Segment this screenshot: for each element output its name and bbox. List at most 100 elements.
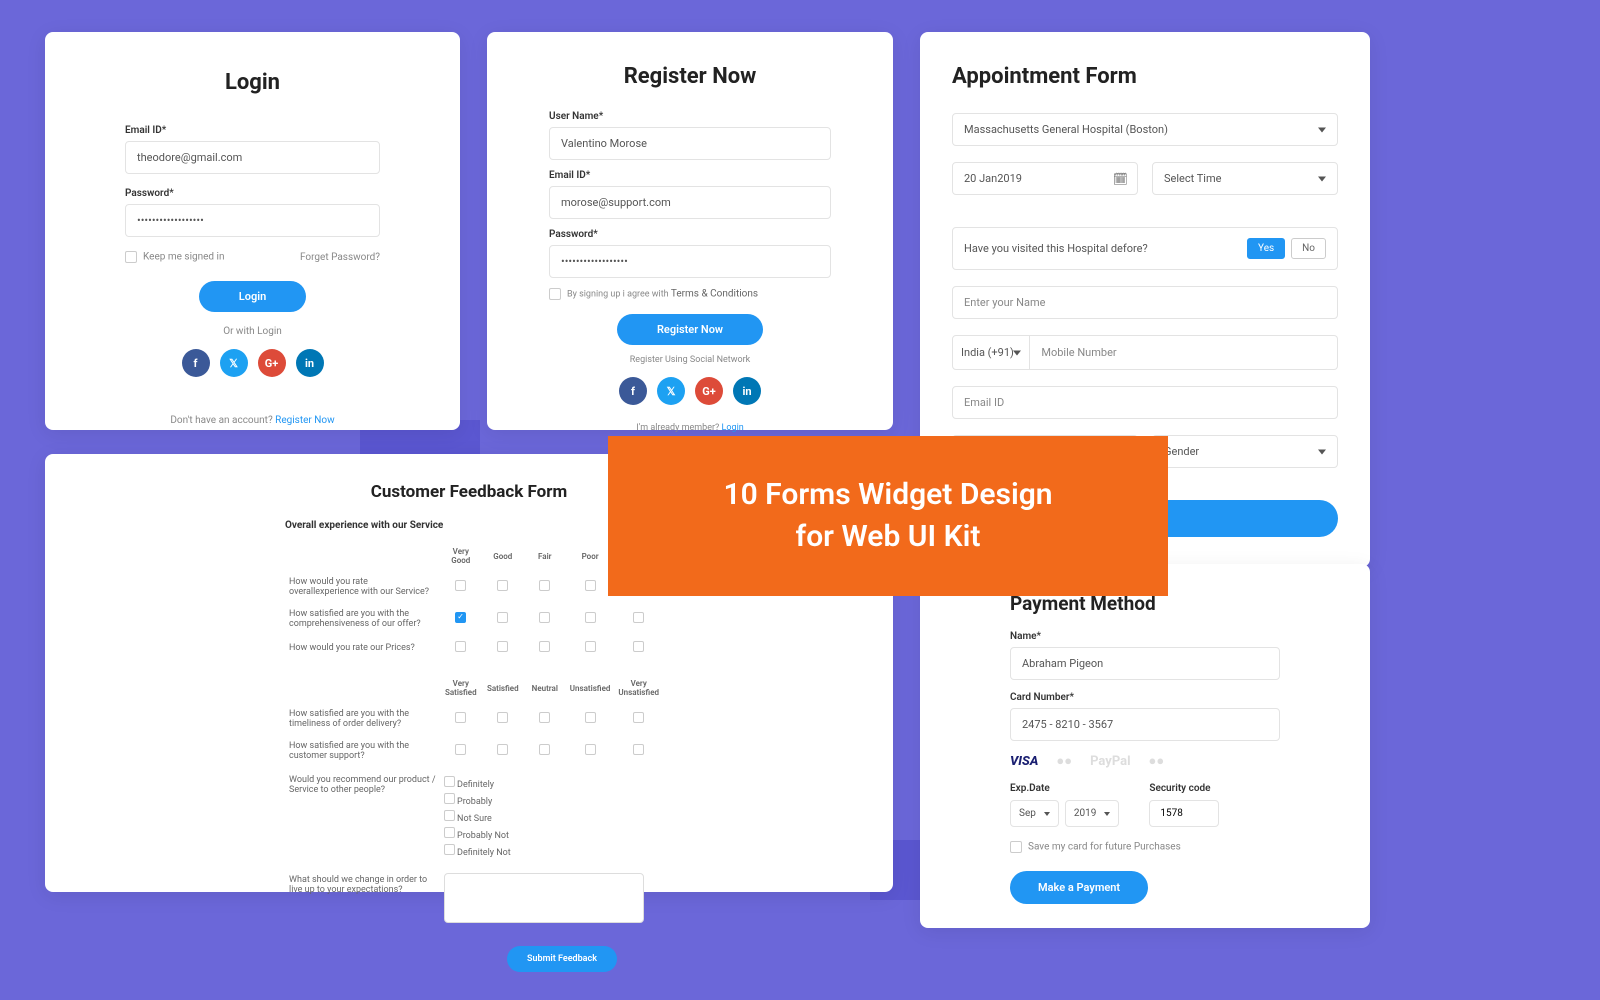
- login-button[interactable]: Login: [199, 281, 306, 312]
- checkbox[interactable]: [585, 580, 596, 591]
- mobile-input[interactable]: [1030, 335, 1338, 370]
- login-link[interactable]: Login: [722, 423, 744, 433]
- chevron-down-icon: [1318, 449, 1326, 454]
- checkbox[interactable]: [497, 641, 508, 652]
- linkedin-icon[interactable]: in: [296, 349, 324, 377]
- forgot-password-link[interactable]: Forget Password?: [300, 252, 380, 263]
- chevron-down-icon: [1318, 127, 1326, 132]
- banner-overlay: 10 Forms Widget Designfor Web UI Kit: [608, 436, 1168, 596]
- exp-date-label: Exp.Date: [1010, 783, 1119, 794]
- appt-email-input[interactable]: [952, 386, 1338, 419]
- checkbox[interactable]: [585, 641, 596, 652]
- mastercard-icon[interactable]: ●●: [1056, 753, 1072, 769]
- security-code-input[interactable]: [1149, 800, 1219, 827]
- password-label: Password*: [125, 188, 380, 199]
- save-card-checkbox[interactable]: Save my card for future Purchases: [1010, 841, 1280, 853]
- year-select[interactable]: 2019: [1065, 800, 1119, 827]
- card-number-label: Card Number*: [1010, 692, 1280, 703]
- visited-label: Have you visited this Hospital defore?: [964, 242, 1148, 255]
- register-button[interactable]: Register Now: [617, 314, 763, 345]
- section-overall: Overall experience with our Service: [285, 520, 663, 531]
- email-input[interactable]: [125, 141, 380, 174]
- google-plus-icon[interactable]: G+: [258, 349, 286, 377]
- checkbox[interactable]: [585, 744, 596, 755]
- checkbox-checked[interactable]: [455, 612, 466, 623]
- linkedin-icon[interactable]: in: [733, 377, 761, 405]
- twitter-icon[interactable]: 𝕏: [220, 349, 248, 377]
- feedback-table-1: Very GoodGoodFairPoorVery Poor How would…: [285, 541, 663, 932]
- hospital-select[interactable]: [952, 113, 1338, 146]
- checkbox[interactable]: [633, 612, 644, 623]
- visited-no-button[interactable]: No: [1291, 238, 1326, 259]
- checkbox[interactable]: [455, 641, 466, 652]
- checkbox[interactable]: [539, 712, 550, 723]
- make-payment-button[interactable]: Make a Payment: [1010, 871, 1148, 904]
- or-with-login-label: Or with Login: [125, 326, 380, 337]
- checkbox[interactable]: [497, 580, 508, 591]
- chevron-down-icon: [1318, 176, 1326, 181]
- checkbox[interactable]: [497, 612, 508, 623]
- date-picker[interactable]: 🗓: [952, 162, 1138, 195]
- reg-password-input[interactable]: [549, 245, 831, 278]
- terms-link[interactable]: Terms & Conditions: [671, 288, 758, 299]
- payment-name-label: Name*: [1010, 631, 1280, 642]
- username-label: User Name*: [549, 111, 831, 122]
- paypal-icon[interactable]: PayPal: [1090, 754, 1130, 769]
- checkbox[interactable]: [455, 744, 466, 755]
- agree-checkbox[interactable]: By signing up i agree with Terms & Condi…: [549, 288, 831, 300]
- password-input[interactable]: [125, 204, 380, 237]
- month-select[interactable]: Sep: [1010, 800, 1059, 827]
- chevron-down-icon: [1044, 812, 1050, 816]
- checkbox[interactable]: [539, 744, 550, 755]
- feedback-submit-button[interactable]: Submit Feedback: [507, 946, 617, 972]
- checkbox[interactable]: [444, 776, 455, 787]
- payment-card: Payment Method Name* Card Number* VISA ●…: [920, 564, 1370, 928]
- checkbox[interactable]: [539, 580, 550, 591]
- register-link[interactable]: Register Now: [275, 415, 334, 426]
- keep-signed-checkbox[interactable]: Keep me signed in: [125, 251, 225, 263]
- checkbox[interactable]: [539, 612, 550, 623]
- login-card: Login Email ID* Password* Keep me signed…: [45, 32, 460, 430]
- checkbox[interactable]: [444, 793, 455, 804]
- checkbox[interactable]: [633, 641, 644, 652]
- reg-password-label: Password*: [549, 229, 831, 240]
- time-select[interactable]: [1152, 162, 1338, 195]
- reg-email-input[interactable]: [549, 186, 831, 219]
- email-label: Email ID*: [125, 125, 380, 136]
- twitter-icon[interactable]: 𝕏: [657, 377, 685, 405]
- visa-icon[interactable]: VISA: [1010, 754, 1038, 769]
- checkbox[interactable]: [455, 580, 466, 591]
- calendar-icon: 🗓: [1113, 172, 1128, 186]
- facebook-icon[interactable]: f: [619, 377, 647, 405]
- checkbox[interactable]: [497, 744, 508, 755]
- facebook-icon[interactable]: f: [182, 349, 210, 377]
- chevron-down-icon: [1104, 812, 1110, 816]
- checkbox[interactable]: [539, 641, 550, 652]
- register-social-label: Register Using Social Network: [549, 355, 831, 365]
- payment-name-input[interactable]: [1010, 647, 1280, 680]
- checkbox[interactable]: [497, 712, 508, 723]
- login-title: Login: [125, 70, 380, 95]
- expectations-textarea[interactable]: [444, 873, 644, 923]
- name-input[interactable]: [952, 286, 1338, 319]
- checkbox[interactable]: [585, 612, 596, 623]
- checkbox[interactable]: [633, 712, 644, 723]
- google-plus-icon[interactable]: G+: [695, 377, 723, 405]
- register-footer-text: I'm already member?: [636, 423, 721, 433]
- checkbox[interactable]: [633, 744, 644, 755]
- checkbox[interactable]: [444, 827, 455, 838]
- username-input[interactable]: [549, 127, 831, 160]
- appointment-title: Appointment Form: [952, 64, 1338, 89]
- country-code-select[interactable]: India (+91): [952, 335, 1030, 370]
- maestro-icon[interactable]: ●●: [1149, 753, 1165, 769]
- checkbox[interactable]: [455, 712, 466, 723]
- register-card: Register Now User Name* Email ID* Passwo…: [487, 32, 893, 430]
- gender-select[interactable]: [1152, 435, 1338, 468]
- login-footer-text: Don't have an account?: [170, 415, 275, 426]
- register-title: Register Now: [549, 64, 831, 89]
- checkbox[interactable]: [444, 810, 455, 821]
- card-number-input[interactable]: [1010, 708, 1280, 741]
- checkbox[interactable]: [444, 844, 455, 855]
- visited-yes-button[interactable]: Yes: [1247, 238, 1285, 259]
- checkbox[interactable]: [585, 712, 596, 723]
